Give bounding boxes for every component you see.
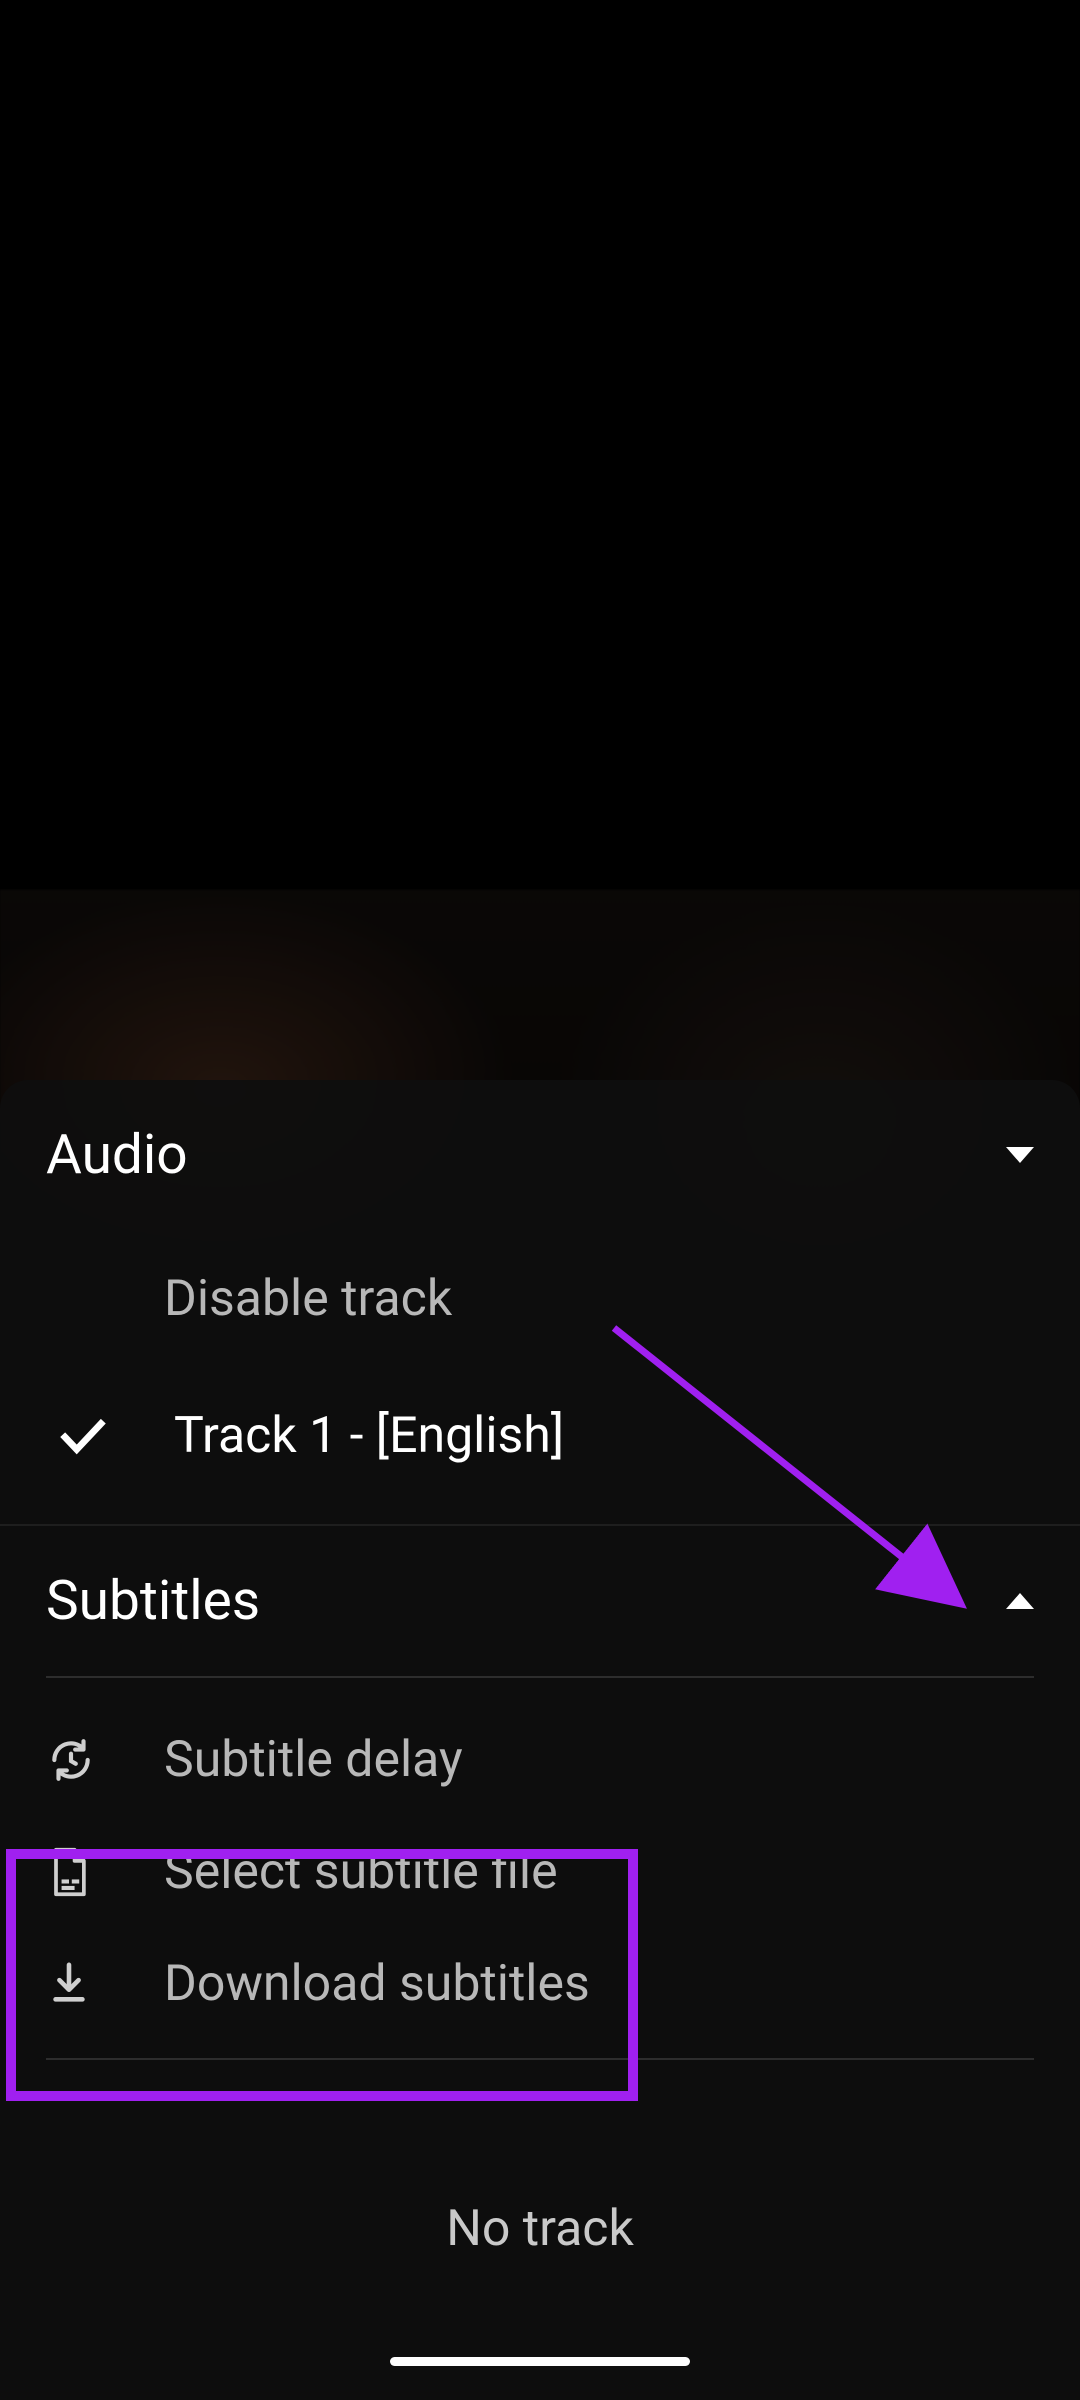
check-icon bbox=[56, 1409, 174, 1463]
caret-down-icon bbox=[1006, 1147, 1034, 1163]
subtitles-action-label: Subtitle delay bbox=[164, 1731, 463, 1789]
video-player-screen: Audio Disable track Track 1 - [English] … bbox=[0, 0, 1080, 2400]
audio-item-track-1[interactable]: Track 1 - [English] bbox=[0, 1367, 1080, 1504]
subtitles-action-label: Select subtitle file bbox=[164, 1843, 558, 1901]
subtitles-no-track-label: No track bbox=[446, 2200, 634, 2258]
subtitles-section-title: Subtitles bbox=[46, 1569, 260, 1633]
subtitles-bottom-divider bbox=[46, 2058, 1034, 2060]
audio-item-disable-track[interactable]: Disable track bbox=[0, 1230, 1080, 1367]
audio-item-label: Track 1 - [English] bbox=[174, 1407, 564, 1465]
caret-up-icon bbox=[1006, 1593, 1034, 1609]
audio-section-title: Audio bbox=[46, 1123, 188, 1187]
audio-item-label: Disable track bbox=[164, 1270, 452, 1328]
sync-icon bbox=[46, 1735, 164, 1785]
tracks-bottom-sheet: Audio Disable track Track 1 - [English] … bbox=[0, 1080, 1080, 2400]
subtitles-section-header[interactable]: Subtitles bbox=[0, 1526, 1080, 1676]
subtitles-action-label: Download subtitles bbox=[164, 1955, 590, 2013]
subtitles-action-select-file[interactable]: Select subtitle file bbox=[0, 1816, 1080, 1928]
subtitles-no-track-row: No track bbox=[0, 2200, 1080, 2258]
file-icon bbox=[46, 1846, 164, 1898]
subtitles-action-delay[interactable]: Subtitle delay bbox=[0, 1704, 1080, 1816]
audio-section-header[interactable]: Audio bbox=[0, 1080, 1080, 1230]
subtitles-action-download[interactable]: Download subtitles bbox=[0, 1928, 1080, 2040]
download-icon bbox=[46, 1959, 164, 2009]
home-indicator bbox=[390, 2357, 690, 2366]
